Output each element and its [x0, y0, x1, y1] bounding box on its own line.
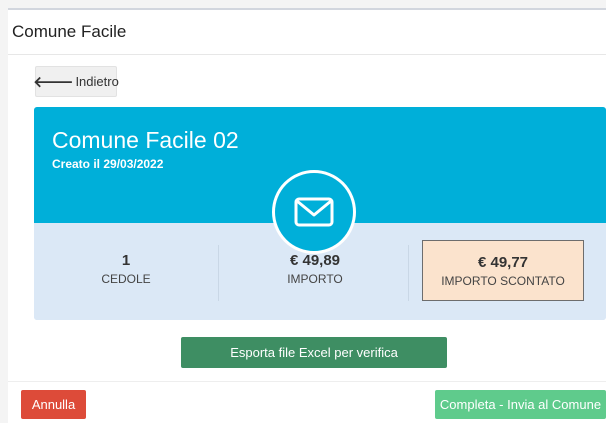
cedole-label: CEDOLE — [101, 272, 151, 286]
card-title: Comune Facile 02 — [52, 127, 239, 153]
stat-cedole: 1 CEDOLE — [34, 252, 218, 312]
panel-title: Comune Facile — [12, 22, 127, 41]
back-button-label: Indietro — [75, 74, 119, 89]
importo-scontato-value: € 49,77 — [477, 253, 529, 271]
card-created-date: Creato il 29/03/2022 — [52, 157, 164, 171]
stat-importo-scontato: € 49,77 IMPORTO SCONTATO — [422, 240, 584, 301]
stat-importo: € 49,89 IMPORTO — [220, 252, 410, 312]
export-excel-button[interactable]: Esporta file Excel per verifica — [181, 337, 447, 368]
footer-divider — [8, 381, 606, 382]
cedole-value: 1 — [121, 252, 131, 269]
importo-label: IMPORTO — [287, 272, 343, 286]
back-button[interactable]: 🡐 Indietro — [33, 66, 119, 97]
importo-value: € 49,89 — [289, 252, 341, 269]
envelope-icon — [272, 170, 356, 254]
complete-send-button[interactable]: Completa - Invia al Comune — [435, 390, 606, 419]
importo-scontato-label: IMPORTO SCONTATO — [441, 273, 565, 288]
summary-card: Comune Facile 02 Creato il 29/03/2022 1 … — [34, 107, 606, 320]
panel-header: Comune Facile — [8, 10, 606, 55]
cancel-button[interactable]: Annulla — [21, 390, 86, 419]
stat-divider — [408, 245, 409, 301]
arrow-left-icon: 🡐 — [33, 74, 74, 91]
stat-divider — [218, 245, 219, 301]
comune-panel: Comune Facile 🡐 Indietro Comune Facile 0… — [8, 8, 606, 423]
